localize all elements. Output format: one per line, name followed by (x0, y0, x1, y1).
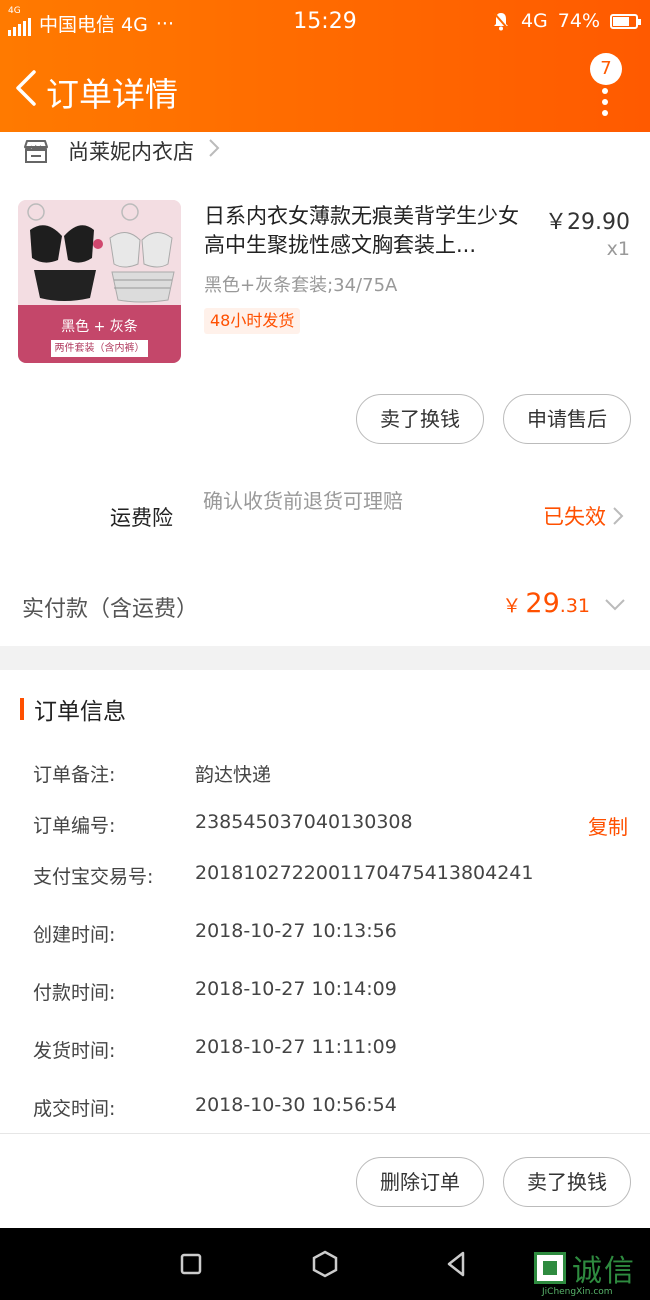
page-title: 订单详情 (46, 75, 178, 114)
sell-button-bottom[interactable]: 卖了换钱 (503, 1157, 631, 1207)
recent-apps-icon[interactable] (175, 1248, 207, 1280)
info-row-order-number: 订单编号: 238545037040130308 复制 (0, 811, 650, 841)
watermark-text: 诚信 (572, 1254, 636, 1289)
order-info-header: 订单信息 (20, 692, 126, 726)
insurance-label: 运费险 (110, 506, 173, 530)
watermark-url: JiChengXin.com (542, 1287, 613, 1297)
info-value: 2018-10-27 10:14:09 (195, 978, 397, 1000)
shop-name: 尚莱妮内衣店 (68, 140, 194, 164)
back-icon[interactable] (441, 1248, 473, 1280)
shipping-tag: 48小时发货 (204, 308, 301, 334)
image-band-text: 黑色 + 灰条 (61, 319, 138, 335)
insurance-status-text: 已失效 (543, 505, 606, 529)
accent-bar (20, 698, 24, 720)
home-icon[interactable] (309, 1248, 341, 1280)
product-photo (18, 200, 181, 305)
header-bar: 4G 中国电信 4G ··· 15:29 4G 74% 订单详情 7 (0, 0, 650, 132)
more-dots-icon (602, 88, 608, 121)
info-value: 韵达快递 (195, 764, 272, 786)
status-right: 4G 74% (491, 10, 641, 32)
sell-button[interactable]: 卖了换钱 (356, 394, 484, 444)
payment-label: 实付款（含运费） (22, 597, 199, 622)
product-quantity: x1 (606, 238, 630, 260)
info-value: 2018-10-27 11:11:09 (195, 1036, 397, 1058)
info-row-remark: 订单备注: 韵达快递 (0, 760, 650, 790)
image-band-sub: 两件套装（含内裤） (51, 340, 148, 357)
chevron-down-icon (605, 599, 625, 611)
info-row-paid: 付款时间: 2018-10-27 10:14:09 (0, 978, 650, 1008)
nav-bar: 订单详情 7 (0, 53, 650, 120)
after-sale-button[interactable]: 申请售后 (503, 394, 631, 444)
insurance-status[interactable]: 已失效 (543, 501, 624, 531)
info-row-created: 创建时间: 2018-10-27 10:13:56 (0, 920, 650, 950)
info-value: 238545037040130308 (195, 811, 413, 833)
bell-muted-icon (493, 12, 509, 31)
more-menu-button[interactable]: 7 (588, 53, 628, 116)
payment-currency: ￥ (502, 595, 522, 617)
info-value: 2018-10-30 10:56:54 (195, 1094, 397, 1116)
footer-divider (0, 1133, 650, 1134)
info-key: 订单编号: (33, 815, 116, 837)
info-row-shipped: 发货时间: 2018-10-27 11:11:09 (0, 1036, 650, 1066)
info-key: 发货时间: (33, 1040, 116, 1062)
info-row-completed: 成交时间: 2018-10-30 10:56:54 (0, 1094, 650, 1124)
chevron-right-icon (613, 507, 624, 525)
info-key: 创建时间: (33, 924, 116, 946)
payment-amount-int: 29 (525, 588, 560, 619)
copy-button[interactable]: 复制 (588, 811, 628, 840)
info-row-alipay: 支付宝交易号: 2018102722001170475413804241 (0, 862, 650, 892)
battery-percent: 74% (557, 10, 600, 32)
product-title[interactable]: 日系内衣女薄款无痕美背学生少女高中生聚拢性感文胸套装上... (204, 202, 532, 260)
info-key: 成交时间: (33, 1098, 116, 1120)
info-key: 付款时间: (33, 982, 116, 1004)
section-divider (0, 646, 650, 670)
product-sku: 黑色+灰条套装;34/75A (204, 275, 398, 296)
watermark: 诚信 (534, 1246, 636, 1290)
chevron-right-icon (208, 138, 220, 164)
payment-amount-dec: .31 (559, 595, 590, 617)
info-value: 2018-10-27 10:13:56 (195, 920, 397, 942)
info-value: 2018102722001170475413804241 (195, 862, 534, 884)
info-key: 支付宝交易号: (33, 866, 154, 888)
status-bar: 4G 中国电信 4G ··· 15:29 4G 74% (0, 0, 650, 46)
battery-icon (610, 13, 641, 29)
product-image[interactable]: 黑色 + 灰条 两件套装（含内裤） (18, 200, 181, 363)
shop-row[interactable]: 尚莱妮内衣店 (22, 134, 220, 168)
message-badge: 7 (590, 53, 622, 85)
back-arrow-icon[interactable] (12, 68, 42, 108)
payment-amount[interactable]: ￥ 29 .31 (502, 588, 626, 619)
shop-icon (24, 140, 48, 163)
watermark-logo (534, 1252, 566, 1284)
delete-order-button[interactable]: 删除订单 (356, 1157, 484, 1207)
order-info-title: 订单信息 (34, 699, 126, 725)
network-label: 4G (520, 10, 548, 32)
insurance-description: 确认收货前退货可理赔 (203, 489, 403, 513)
info-key: 订单备注: (33, 764, 116, 786)
product-price: ￥29.90 (545, 210, 630, 235)
